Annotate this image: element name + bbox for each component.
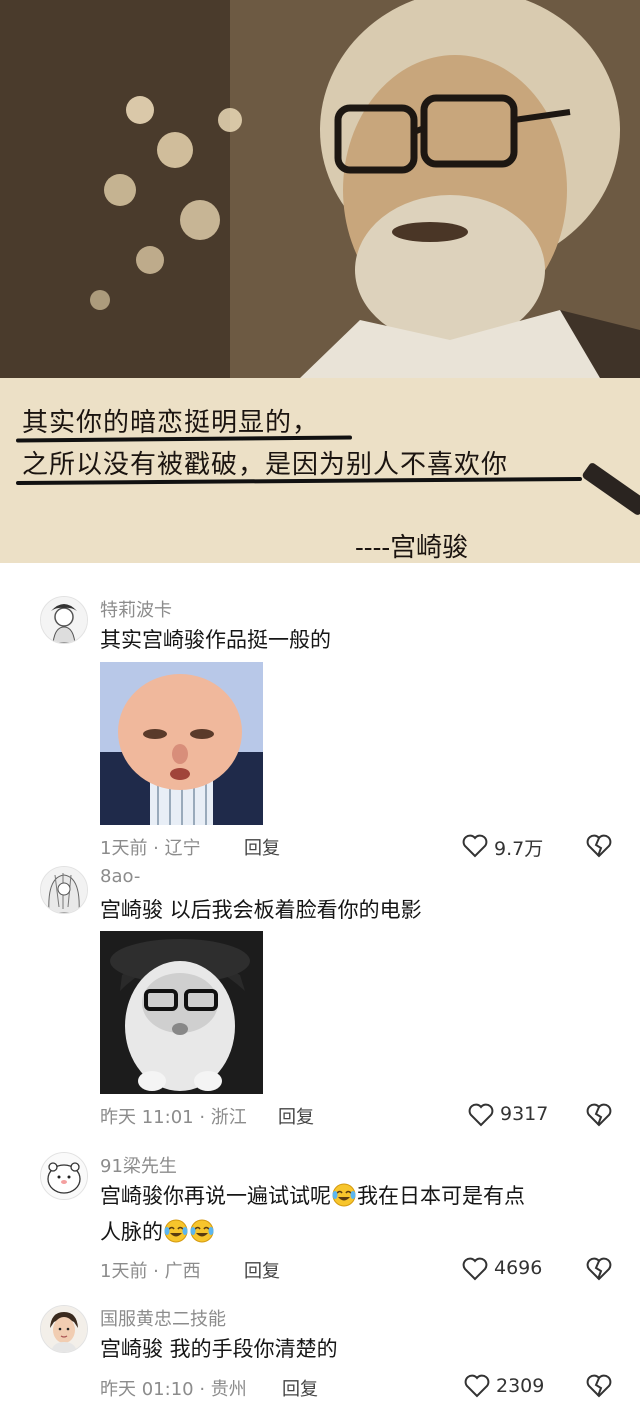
time-location: 昨天 11:01 · 浙江 (100, 1107, 247, 1128)
quote-line-1: 其实你的暗恋挺明显的， (22, 408, 320, 438)
username[interactable]: 特莉波卡 (100, 596, 172, 622)
quote-image[interactable]: 其实你的暗恋挺明显的， 之所以没有被戳破，是因为别人不喜欢你 ----宫崎骏 (0, 0, 640, 563)
comment-text: 宫崎骏 以后我会板着脸看你的电影 (100, 898, 422, 922)
time-location: 昨天 01:10 · 贵州 (100, 1379, 247, 1400)
reply-button[interactable]: 回复 (244, 834, 280, 860)
heart-icon[interactable] (462, 1257, 488, 1281)
avatar[interactable] (40, 1152, 88, 1200)
meme-face-sticker[interactable] (100, 931, 263, 1094)
comment-text: 宫崎骏你再说一遍试试呢 我在日本可是有点 人脉的 (100, 1178, 620, 1250)
comment-text: 宫崎骏 我的手段你清楚的 (100, 1337, 338, 1361)
comment-text: 其实宫崎骏作品挺一般的 (100, 628, 331, 652)
like-count: 4696 (494, 1257, 543, 1279)
comment-text-part: 宫崎骏你再说一遍试试呢 (100, 1184, 331, 1208)
laughing-crying-emoji-icon (332, 1183, 356, 1207)
meme-face-sticker[interactable] (100, 662, 263, 825)
broken-heart-icon[interactable] (586, 1257, 612, 1281)
like-count: 9.7万 (494, 838, 544, 860)
username[interactable]: 8ao- (100, 866, 140, 887)
broken-heart-icon[interactable] (586, 1103, 612, 1127)
broken-heart-icon[interactable] (586, 1374, 612, 1398)
like-count: 9317 (500, 1103, 549, 1125)
reply-button[interactable]: 回复 (244, 1257, 280, 1283)
username[interactable]: 91梁先生 (100, 1152, 177, 1178)
comment-text-part: 我在日本可是有点 (357, 1184, 525, 1208)
avatar[interactable] (40, 866, 88, 914)
heart-icon[interactable] (464, 1374, 490, 1398)
portrait-photo (0, 0, 640, 378)
avatar[interactable] (40, 1305, 88, 1353)
time-location: 1天前 · 辽宁 (100, 838, 201, 859)
username[interactable]: 国服黄忠二技能 (100, 1305, 226, 1331)
comment-text-part: 人脉的 (100, 1220, 163, 1244)
reply-button[interactable]: 回复 (282, 1375, 318, 1401)
broken-heart-icon[interactable] (586, 834, 612, 858)
heart-icon[interactable] (468, 1103, 494, 1127)
laughing-crying-emoji-icon (164, 1219, 188, 1243)
quote-signature: ----宫崎骏 (355, 533, 469, 563)
time-location: 1天前 · 广西 (100, 1261, 201, 1282)
avatar[interactable] (40, 596, 88, 644)
heart-icon[interactable] (462, 834, 488, 858)
reply-button[interactable]: 回复 (278, 1103, 314, 1129)
like-count: 2309 (496, 1375, 545, 1397)
quote-line-2: 之所以没有被戳破，是因为别人不喜欢你 (22, 450, 509, 480)
laughing-crying-emoji-icon (190, 1219, 214, 1243)
